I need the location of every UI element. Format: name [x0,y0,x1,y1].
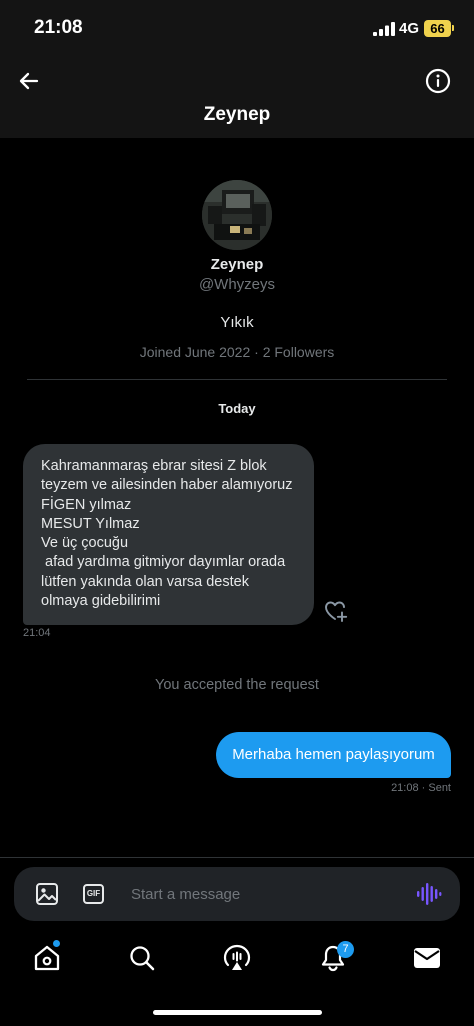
date-separator: Today [218,401,256,416]
home-indicator [153,1010,322,1015]
sent-message-bubble[interactable]: Merhaba hemen paylaşıyorum [216,732,451,778]
request-accepted-note: You accepted the request [155,677,319,693]
network-type: 4G [399,20,420,37]
home-unread-dot [53,940,60,947]
received-message-bubble[interactable]: Kahramanmaraş ebrar sitesi Z blok teyzem… [23,444,314,625]
heart-plus-icon[interactable] [323,598,349,624]
spaces-icon[interactable] [222,943,252,973]
notification-count-badge: 7 [337,941,354,958]
status-time: 21:08 [34,17,83,38]
image-icon[interactable] [35,882,59,906]
avatar-image [202,180,272,250]
profile-bio: Yıkık [220,314,254,331]
profile-handle: @Whyzeys [198,276,276,293]
conversation-header: Zeynep [0,58,474,138]
message-composer: GIF [14,867,460,921]
battery-tip [452,25,454,31]
composer-divider [0,857,474,858]
signal-icon [373,22,395,36]
header-title: Zeynep [203,104,271,125]
home-icon[interactable] [32,943,62,973]
message-input[interactable] [131,877,401,911]
avatar[interactable] [202,180,272,250]
profile-meta: Joined June 2022 · 2 Followers [139,344,335,360]
info-icon[interactable] [425,68,451,94]
gif-button[interactable]: GIF [83,884,104,904]
bottom-nav [0,928,474,992]
profile-divider [27,379,447,380]
arrow-left-icon [19,72,39,90]
voice-message-icon[interactable] [416,882,442,906]
messages-icon[interactable] [412,943,442,973]
search-icon[interactable] [127,943,157,973]
profile-name[interactable]: Zeynep [0,256,474,273]
status-bar: 21:08 4G 66 [0,0,474,58]
back-button[interactable] [14,66,44,96]
battery-icon: 66 [424,20,451,37]
received-message-time: 21:04 [23,627,51,639]
sent-message-meta: 21:08 · Sent [391,782,451,794]
